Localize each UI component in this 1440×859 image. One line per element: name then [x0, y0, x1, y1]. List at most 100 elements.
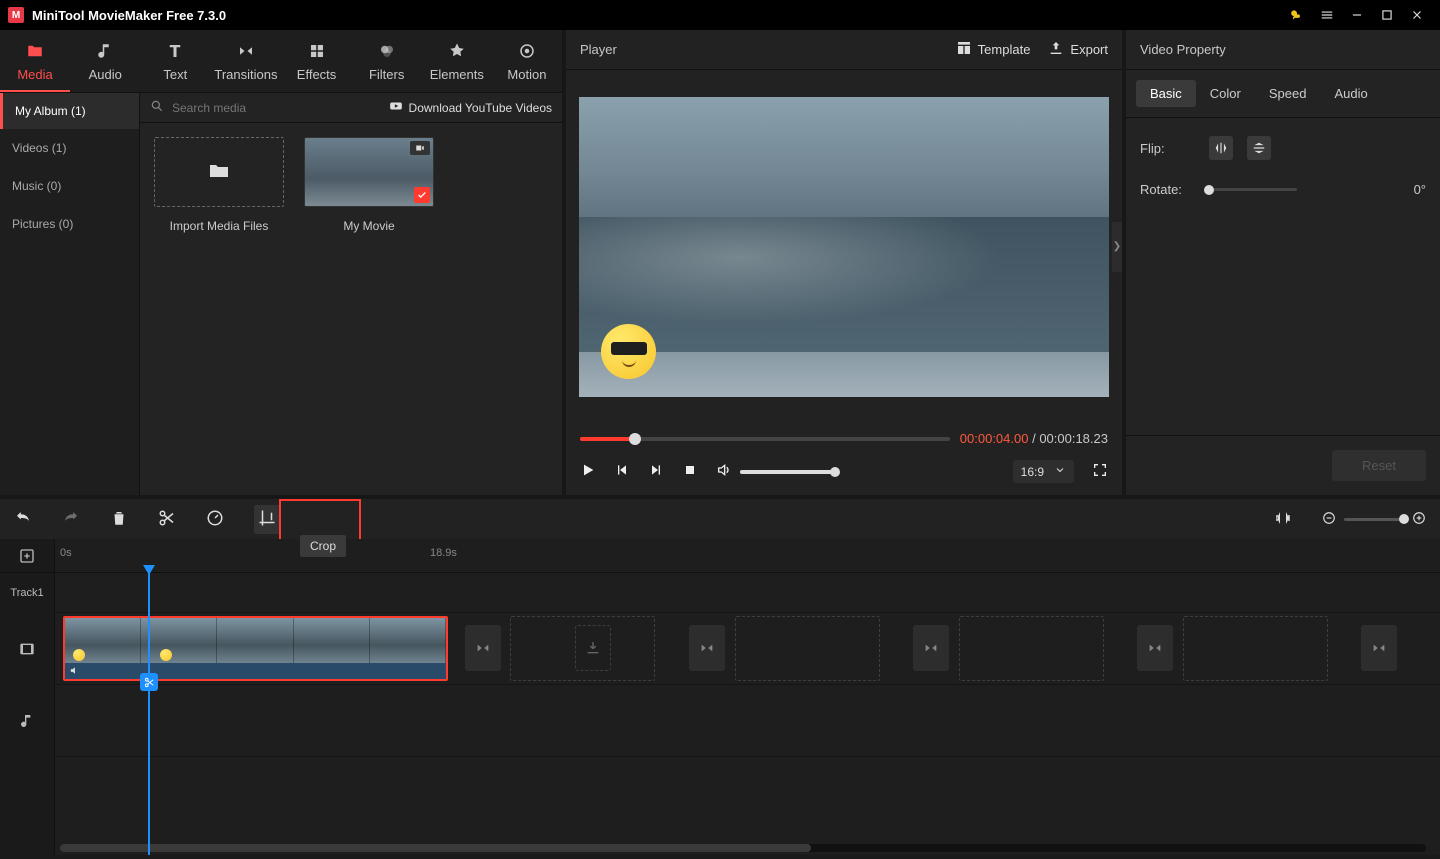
timeline-row-video[interactable]: [55, 613, 1440, 685]
reset-button[interactable]: Reset: [1332, 450, 1426, 481]
export-button[interactable]: Export: [1048, 40, 1108, 59]
folder-icon: [4, 42, 66, 63]
tab-transitions[interactable]: Transitions: [210, 30, 281, 92]
transition-slot[interactable]: [1361, 625, 1397, 671]
media-thumb-label: My Movie: [343, 219, 394, 233]
media-thumb-frame: [304, 137, 434, 207]
tab-filters-label: Filters: [369, 67, 404, 82]
playhead[interactable]: [148, 573, 150, 855]
youtube-icon: [389, 99, 403, 116]
tab-text[interactable]: Text: [140, 30, 210, 92]
tab-filters[interactable]: Filters: [352, 30, 422, 92]
transition-slot[interactable]: [465, 625, 501, 671]
player-title: Player: [580, 42, 617, 57]
zoom-in-button[interactable]: [1412, 511, 1426, 528]
empty-clip-slot[interactable]: [735, 616, 880, 681]
menu-icon[interactable]: [1312, 0, 1342, 30]
tab-effects[interactable]: Effects: [281, 30, 351, 92]
upgrade-icon[interactable]: [1282, 0, 1312, 30]
download-youtube-link[interactable]: Download YouTube Videos: [389, 99, 552, 116]
split-button[interactable]: [158, 509, 176, 530]
effects-icon: [285, 42, 347, 63]
expand-handle[interactable]: ❯: [1112, 222, 1122, 272]
timeline: Track1 0s 18.9s: [0, 539, 1440, 855]
app-title: MiniTool MovieMaker Free 7.3.0: [32, 8, 226, 23]
album-item-videos[interactable]: Videos (1): [0, 129, 139, 167]
close-button[interactable]: [1402, 0, 1432, 30]
minimize-button[interactable]: [1342, 0, 1372, 30]
transition-slot[interactable]: [913, 625, 949, 671]
download-youtube-label: Download YouTube Videos: [409, 101, 552, 115]
video-clip[interactable]: [63, 616, 448, 681]
player-panel: Player Template Export ❯ 00:00:04.0: [566, 30, 1126, 495]
elements-icon: [426, 42, 488, 63]
prop-tab-speed[interactable]: Speed: [1255, 80, 1321, 107]
chevron-down-icon: [1054, 464, 1066, 479]
tab-text-label: Text: [163, 67, 187, 82]
flip-label: Flip:: [1140, 141, 1195, 156]
prop-tab-basic[interactable]: Basic: [1136, 80, 1196, 107]
prev-frame-button[interactable]: [614, 462, 630, 481]
search-input[interactable]: [172, 101, 332, 115]
crop-button[interactable]: [254, 505, 280, 534]
maximize-button[interactable]: [1372, 0, 1402, 30]
timeline-scrollbar[interactable]: [60, 844, 1426, 852]
delete-button[interactable]: [110, 509, 128, 530]
rotate-slider[interactable]: [1209, 188, 1297, 191]
media-thumb-my-movie[interactable]: My Movie: [304, 137, 434, 233]
playhead-split-handle[interactable]: [140, 673, 158, 691]
flip-horizontal-button[interactable]: [1209, 136, 1233, 160]
video-track-icon: [0, 613, 54, 685]
album-item-music[interactable]: Music (0): [0, 167, 139, 205]
album-item-pictures[interactable]: Pictures (0): [0, 205, 139, 243]
aspect-ratio-value: 16:9: [1021, 465, 1044, 479]
motion-icon: [496, 42, 558, 63]
empty-clip-slot[interactable]: [959, 616, 1104, 681]
time-ruler[interactable]: 0s 18.9s: [0, 539, 1440, 573]
timeline-row-audio[interactable]: [55, 685, 1440, 757]
time-total: 00:00:18.23: [1039, 431, 1108, 446]
export-icon: [1048, 40, 1064, 59]
speed-button[interactable]: [206, 509, 224, 530]
import-media-frame: [154, 137, 284, 207]
redo-button[interactable]: [62, 509, 80, 530]
tab-motion-label: Motion: [507, 67, 546, 82]
time-current: 00:00:04.00: [960, 431, 1029, 446]
track-label: Track1: [0, 573, 54, 613]
template-icon: [956, 40, 972, 59]
tab-audio[interactable]: Audio: [70, 30, 140, 92]
tab-motion[interactable]: Motion: [492, 30, 562, 92]
time-display: 00:00:04.00 / 00:00:18.23: [960, 431, 1108, 446]
tab-media[interactable]: Media: [0, 30, 70, 92]
folder-open-icon: [207, 159, 231, 186]
text-icon: [144, 42, 206, 63]
play-button[interactable]: [580, 462, 596, 481]
clip-emoji-marker: [73, 649, 85, 661]
seek-bar[interactable]: [580, 437, 950, 441]
volume-slider[interactable]: [740, 470, 835, 474]
undo-button[interactable]: [14, 509, 32, 530]
empty-clip-slot[interactable]: [1183, 616, 1328, 681]
export-label: Export: [1070, 42, 1108, 57]
tab-audio-label: Audio: [89, 67, 122, 82]
album-header[interactable]: My Album (1): [0, 93, 139, 129]
volume-icon[interactable]: [716, 462, 732, 481]
prop-tab-color[interactable]: Color: [1196, 80, 1255, 107]
drop-hint-icon: [575, 625, 611, 671]
fit-timeline-button[interactable]: [1274, 509, 1292, 530]
next-frame-button[interactable]: [648, 462, 664, 481]
timeline-row-label: [55, 573, 1440, 613]
aspect-ratio-select[interactable]: 16:9: [1013, 460, 1074, 483]
template-button[interactable]: Template: [956, 40, 1031, 59]
flip-vertical-button[interactable]: [1247, 136, 1271, 160]
fullscreen-button[interactable]: [1092, 462, 1108, 481]
transition-slot[interactable]: [689, 625, 725, 671]
prop-tab-audio[interactable]: Audio: [1320, 80, 1381, 107]
top-tabs: Media Audio Text Transitions Effects Fil…: [0, 30, 562, 93]
tab-elements[interactable]: Elements: [422, 30, 492, 92]
zoom-slider[interactable]: [1344, 518, 1404, 521]
import-media-card[interactable]: Import Media Files: [154, 137, 284, 233]
stop-button[interactable]: [682, 462, 698, 481]
zoom-out-button[interactable]: [1322, 511, 1336, 528]
transition-slot[interactable]: [1137, 625, 1173, 671]
